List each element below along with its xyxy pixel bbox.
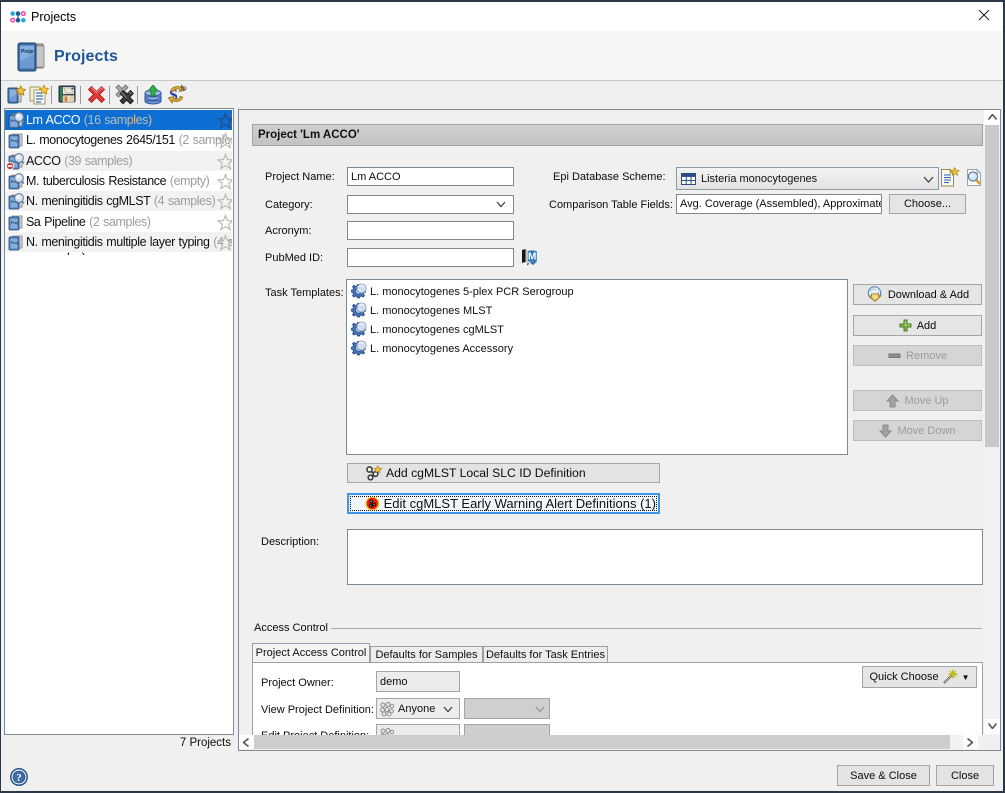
- svg-text:M: M: [528, 252, 536, 263]
- svg-text:?: ?: [16, 773, 21, 784]
- svg-text:Proj: Proj: [11, 221, 18, 225]
- svg-text:Proj: Proj: [11, 139, 18, 143]
- svg-text:ID: ID: [181, 87, 187, 93]
- svg-text:Proj: Proj: [11, 241, 18, 245]
- svg-text:Proje: Proje: [21, 49, 34, 55]
